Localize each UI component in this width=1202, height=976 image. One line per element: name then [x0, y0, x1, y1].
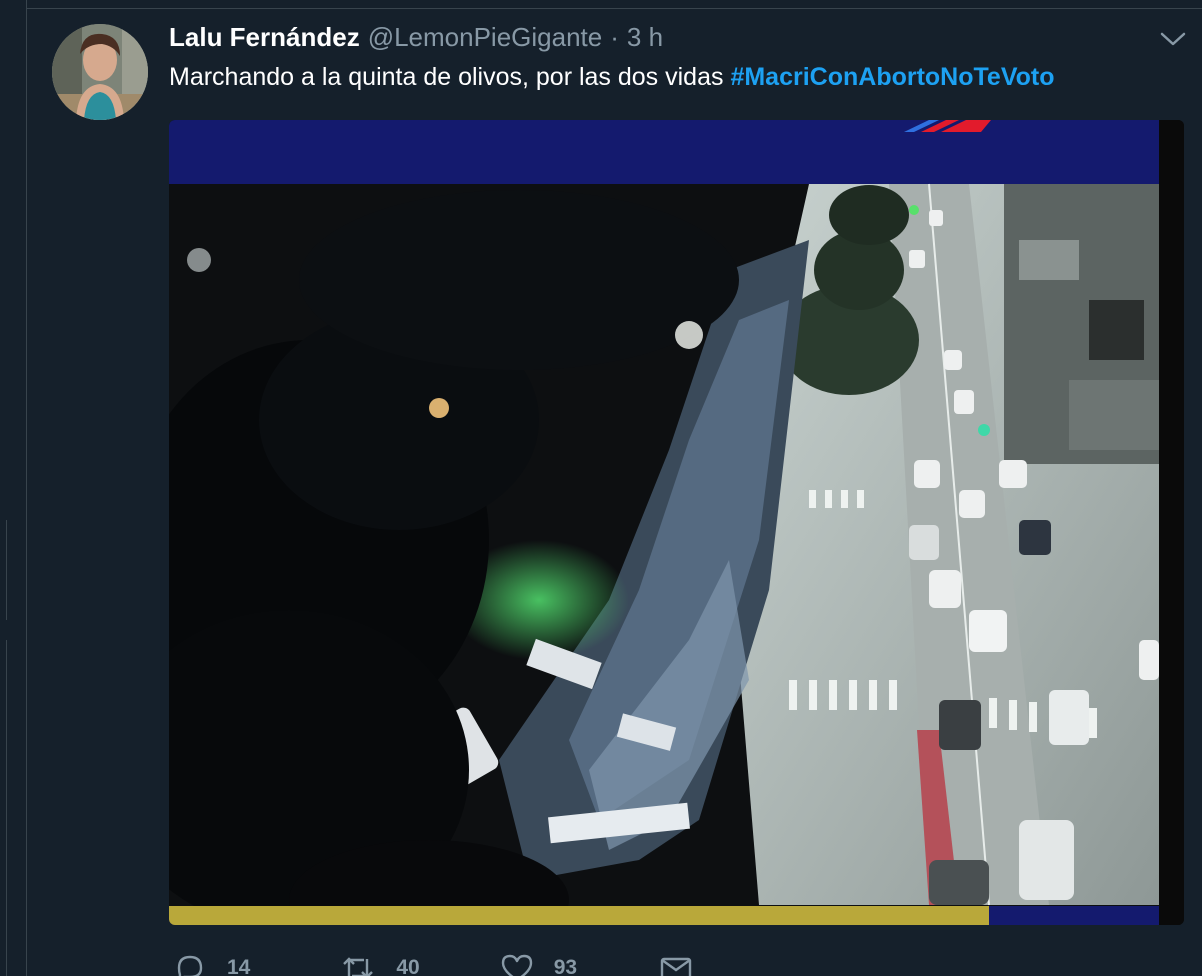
reply-count: 14: [227, 956, 251, 976]
retweet-count: 40: [396, 956, 420, 976]
reply-button[interactable]: 14: [173, 953, 250, 976]
retweet-icon: [340, 953, 376, 976]
video-player[interactable]: [169, 120, 1184, 925]
heart-icon: [500, 953, 534, 976]
like-button[interactable]: 93: [500, 953, 577, 976]
separator-dot: ·: [610, 22, 619, 52]
tweet-timestamp[interactable]: 3 h: [627, 22, 663, 53]
display-name[interactable]: Lalu Fernández: [169, 22, 360, 53]
direct-message-button[interactable]: [659, 953, 693, 976]
hashtag-link[interactable]: #MacriConAbortoNoTeVoto: [730, 63, 1054, 91]
retweet-button[interactable]: 40: [340, 953, 420, 976]
reply-icon: [173, 953, 207, 976]
tweet-actions: 14 40 93: [173, 953, 693, 976]
broadcast-bar: [169, 120, 1159, 184]
tweet-header: Lalu Fernández @LemonPieGigante · 3 h: [169, 22, 663, 56]
rail-divider: [0, 640, 7, 976]
video-progress[interactable]: [169, 906, 989, 925]
like-count: 93: [553, 956, 578, 976]
tweet-body: Marchando a la quinta de olivos, por las…: [169, 63, 731, 91]
user-handle[interactable]: @LemonPieGigante: [368, 22, 603, 53]
envelope-icon: [659, 953, 693, 976]
tweet[interactable]: Lalu Fernández @LemonPieGigante · 3 h Ma…: [27, 9, 1202, 976]
chevron-down-icon[interactable]: [1158, 27, 1188, 51]
avatar[interactable]: [52, 24, 148, 120]
left-rail: [0, 0, 27, 976]
top-border: [27, 0, 1202, 9]
tweet-text: Marchando a la quinta de olivos, por las…: [169, 63, 1055, 92]
rail-divider: [0, 520, 7, 620]
